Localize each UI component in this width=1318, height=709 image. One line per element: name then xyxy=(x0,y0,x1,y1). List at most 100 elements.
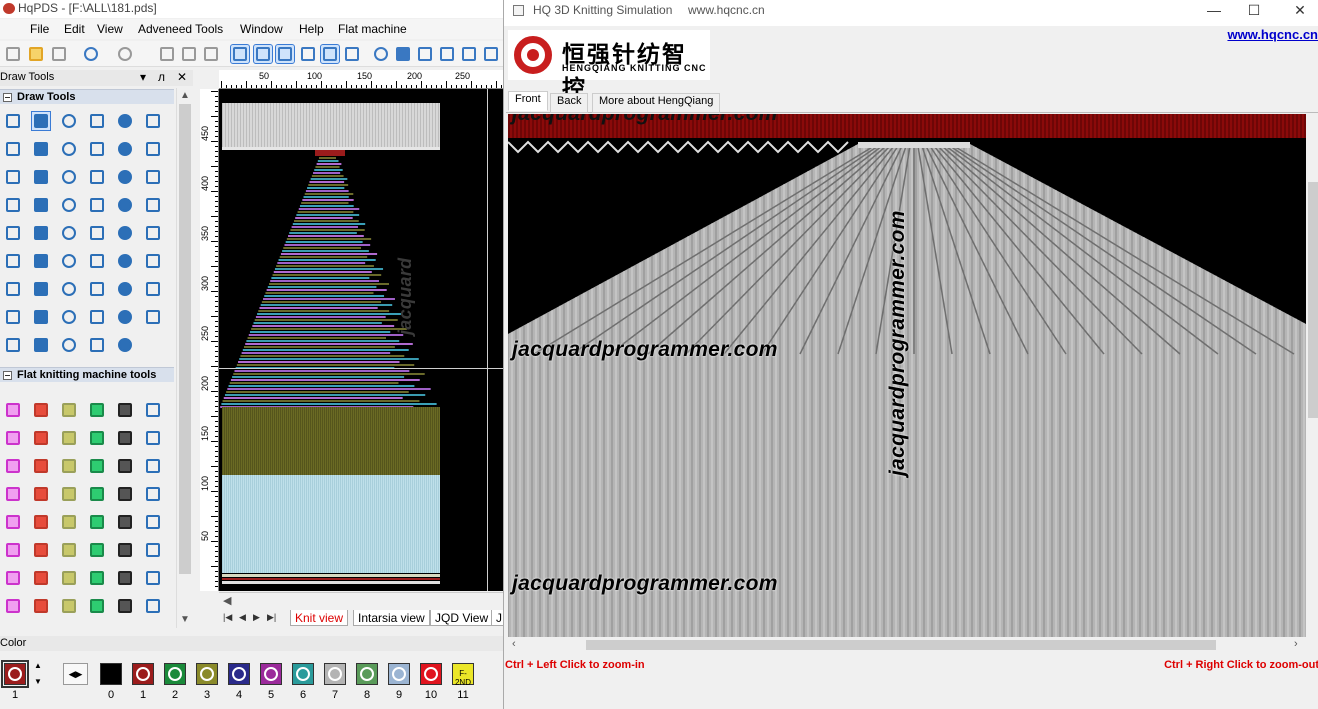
spin-up-icon[interactable]: ▲ xyxy=(34,661,42,670)
hqcnc-link[interactable]: www.hqcnc.cn xyxy=(1227,27,1318,42)
mirror-tool-icon[interactable] xyxy=(32,280,50,298)
curve-tool-icon[interactable] xyxy=(144,112,162,130)
i-beam-icon[interactable] xyxy=(60,541,78,559)
color-swatch-10[interactable] xyxy=(420,663,442,685)
new-file-icon[interactable] xyxy=(4,45,22,63)
spin-down-icon[interactable]: ▼ xyxy=(34,677,42,686)
resize-tool-icon[interactable] xyxy=(4,280,22,298)
down-arrow-icon[interactable] xyxy=(4,485,22,503)
parallelogram-tool-icon[interactable] xyxy=(60,168,78,186)
frame3-tool-icon[interactable] xyxy=(116,280,134,298)
step-line-tool-icon[interactable] xyxy=(88,112,106,130)
color-swatch-5[interactable] xyxy=(260,663,282,685)
frame4-tool-icon[interactable] xyxy=(144,280,162,298)
tab-knit-view[interactable]: Knit view xyxy=(290,610,349,626)
prev-tab-icon[interactable]: ◀ xyxy=(239,612,246,623)
block-b-icon[interactable] xyxy=(144,569,162,587)
window-icon[interactable] xyxy=(438,45,456,63)
color-swatch-1[interactable] xyxy=(132,663,154,685)
last-tab-icon[interactable]: ▶| xyxy=(267,612,276,623)
bucket3-tool-icon[interactable] xyxy=(116,224,134,242)
rotate-tool-icon[interactable] xyxy=(60,308,78,326)
line-tool-icon[interactable] xyxy=(116,112,134,130)
sim-vscrollbar[interactable] xyxy=(1306,114,1318,637)
colorbar-icon[interactable] xyxy=(32,513,50,531)
maximize-icon[interactable]: ☐ xyxy=(1234,2,1274,19)
eraser-tool-icon[interactable] xyxy=(32,308,50,326)
tools-scrollbar[interactable]: ▲ ▼ xyxy=(176,88,193,628)
marker-icon[interactable] xyxy=(88,569,106,587)
hcdt-icon[interactable] xyxy=(144,485,162,503)
square-icon[interactable] xyxy=(116,597,134,615)
align-left-tool-icon[interactable] xyxy=(60,252,78,270)
grid4-tool-icon[interactable] xyxy=(32,224,50,242)
design-canvas[interactable]: jacquard xyxy=(219,89,505,591)
dots-tool-icon[interactable] xyxy=(88,196,106,214)
fill-round-rect-tool-icon[interactable] xyxy=(88,140,106,158)
stitch-b-icon[interactable] xyxy=(32,401,50,419)
open-folder-icon[interactable] xyxy=(27,45,45,63)
scroll-down-icon[interactable]: ▼ xyxy=(180,614,190,625)
stack-b-icon[interactable] xyxy=(4,597,22,615)
diamond-a-icon[interactable] xyxy=(60,485,78,503)
first-tab-icon[interactable]: |◀ xyxy=(223,612,232,623)
v-symbol-icon[interactable] xyxy=(144,513,162,531)
fill-diamond-tool-icon[interactable] xyxy=(32,168,50,186)
minimize-icon[interactable]: — xyxy=(1194,2,1234,18)
zoom-tool-icon[interactable] xyxy=(88,308,106,326)
scroll-left-icon[interactable]: ◀ xyxy=(223,594,231,607)
flag-icon[interactable] xyxy=(88,597,106,615)
circle-a-icon[interactable] xyxy=(60,569,78,587)
redo-icon[interactable] xyxy=(116,45,134,63)
color-swatch-4[interactable] xyxy=(228,663,250,685)
menu-view[interactable]: View xyxy=(97,22,123,36)
sim-scroll-left-icon[interactable]: ‹ xyxy=(512,638,516,650)
menu-window[interactable]: Window xyxy=(240,22,283,36)
menu-help[interactable]: Help xyxy=(299,22,324,36)
map-tool-icon[interactable] xyxy=(144,308,162,326)
cut-a-icon[interactable] xyxy=(88,541,106,559)
color-swatch-6[interactable] xyxy=(292,663,314,685)
machine-icon[interactable] xyxy=(416,45,434,63)
color-swatch-9[interactable] xyxy=(388,663,410,685)
icj-icon[interactable] xyxy=(144,541,162,559)
swap-icon[interactable] xyxy=(116,569,134,587)
snowflake-icon[interactable] xyxy=(372,45,390,63)
color-swatch-3[interactable] xyxy=(196,663,218,685)
fold-a-icon[interactable] xyxy=(60,429,78,447)
diagonal-tool-icon[interactable] xyxy=(116,196,134,214)
hexagon-tool-icon[interactable] xyxy=(116,168,134,186)
hcd-icon[interactable] xyxy=(88,485,106,503)
bucket-tool-icon[interactable] xyxy=(60,224,78,242)
lasso-tool-icon[interactable] xyxy=(60,336,78,354)
sim-vscroll-thumb[interactable] xyxy=(1308,182,1318,418)
hlines-tool-icon[interactable] xyxy=(4,224,22,242)
align-mid-tool-icon[interactable] xyxy=(144,252,162,270)
round-rect-tool-icon[interactable] xyxy=(60,140,78,158)
text-tool-icon[interactable] xyxy=(32,196,50,214)
frame2-tool-icon[interactable] xyxy=(88,280,106,298)
3d-knit-simulation-view[interactable]: jacquardprogrammer.com jacquardprogramme… xyxy=(508,114,1306,637)
color-swatch-0[interactable] xyxy=(100,663,122,685)
tab-more-about[interactable]: More about HengQiang xyxy=(592,93,721,113)
stripes-icon[interactable] xyxy=(4,457,22,475)
palette-scroll-icon[interactable]: ◀▶ xyxy=(63,663,88,685)
current-color-swatch[interactable] xyxy=(1,660,29,688)
red-block-icon[interactable] xyxy=(60,513,78,531)
sim-hscrollbar[interactable]: ‹ › xyxy=(508,637,1306,653)
sim-scroll-right-icon[interactable]: › xyxy=(1294,638,1298,650)
sim-hscroll-thumb[interactable] xyxy=(586,640,1216,650)
fill-hexagon-tool-icon[interactable] xyxy=(144,168,162,186)
stitch-e-icon[interactable] xyxy=(116,401,134,419)
arrow-icon[interactable] xyxy=(144,457,162,475)
bucket2-tool-icon[interactable] xyxy=(88,224,106,242)
next-tab-icon[interactable]: ▶ xyxy=(253,612,260,623)
syringe-icon[interactable] xyxy=(88,513,106,531)
tab-front[interactable]: Front xyxy=(508,91,548,111)
color-swatch-8[interactable] xyxy=(356,663,378,685)
panel-close-button[interactable]: ✕ xyxy=(177,70,187,84)
ellipse-tool-icon[interactable] xyxy=(116,140,134,158)
tab-back[interactable]: Back xyxy=(550,93,589,113)
stack-icon[interactable] xyxy=(32,541,50,559)
copy-icon[interactable] xyxy=(180,45,198,63)
